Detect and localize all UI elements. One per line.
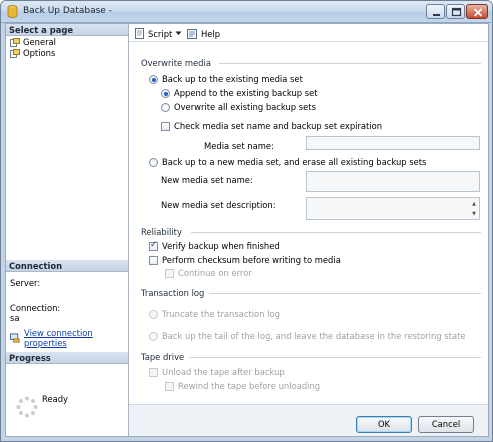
backup-tail-option[interactable]: Back up the tail of the log, and leave t…	[149, 331, 466, 342]
overwrite-all-label: Overwrite all existing backup sets	[174, 102, 316, 112]
progress-header: Progress	[6, 352, 128, 364]
new-media-label: Back up to a new media set, and erase al…	[162, 157, 427, 167]
overwrite-all-option[interactable]: Overwrite all existing backup sets	[161, 102, 316, 113]
rewind-tape-checkbox[interactable]	[165, 382, 174, 391]
verify-checkbox[interactable]	[149, 240, 158, 251]
connection-header: Connection	[6, 260, 128, 272]
connection-properties-icon	[10, 333, 20, 343]
existing-media-radio[interactable]	[149, 75, 158, 84]
new-media-radio[interactable]	[149, 158, 158, 167]
unload-tape-checkbox[interactable]	[149, 368, 158, 377]
maximize-icon	[451, 7, 462, 17]
checksum-option[interactable]: Perform checksum before writing to media	[149, 255, 341, 266]
scroll-arrows-icon[interactable]: ▲ ▼	[470, 199, 478, 219]
tape-drive-header: Tape drive	[141, 352, 185, 362]
ok-button[interactable]: OK	[356, 416, 412, 433]
dialog-client: Select a page General Options Connection…	[5, 23, 489, 437]
append-option[interactable]: Append to the existing backup set	[161, 88, 318, 99]
new-media-desc-input[interactable]: ▲ ▼	[306, 197, 480, 220]
minimize-icon	[433, 14, 440, 16]
new-media-desc-label: New media set description:	[161, 200, 276, 210]
media-set-name-input[interactable]	[306, 136, 480, 150]
rewind-tape-option[interactable]: Rewind the tape before unloading	[165, 381, 320, 392]
title-bar[interactable]: Back Up Database -	[1, 1, 492, 23]
existing-media-label: Back up to the existing media set	[162, 74, 303, 84]
backup-database-window: Back Up Database - Select a page General…	[0, 0, 493, 442]
window-title: Back Up Database -	[23, 6, 112, 16]
progress-spinner-icon	[16, 396, 38, 418]
rewind-tape-label: Rewind the tape before unloading	[178, 381, 321, 391]
truncate-log-radio[interactable]	[149, 310, 158, 319]
existing-media-option[interactable]: Back up to the existing media set	[149, 74, 303, 85]
page-options[interactable]: Options	[10, 48, 55, 59]
connection-label: Connection:	[10, 303, 61, 313]
new-media-option[interactable]: Back up to a new media set, and erase al…	[149, 157, 426, 168]
close-button[interactable]	[466, 4, 488, 19]
continue-option[interactable]: Continue on error	[165, 268, 252, 279]
database-icon	[7, 5, 18, 18]
help-button[interactable]: Help	[187, 27, 220, 40]
page-icon	[10, 38, 20, 47]
section-divider	[219, 63, 481, 64]
script-label: Script	[148, 28, 173, 39]
backup-tail-label: Back up the tail of the log, and leave t…	[162, 331, 466, 341]
view-connection-properties-link[interactable]: View connection properties	[10, 328, 128, 348]
view-connection-properties-text: View connection properties	[24, 328, 93, 348]
close-icon	[473, 8, 483, 17]
left-pane: Select a page General Options Connection…	[6, 24, 129, 436]
page-label: General	[23, 37, 57, 47]
truncate-log-option[interactable]: Truncate the transaction log	[149, 309, 280, 320]
script-button[interactable]: Script	[134, 27, 182, 40]
unload-tape-option[interactable]: Unload the tape after backup	[149, 367, 285, 378]
page-label: Options	[23, 48, 56, 58]
maximize-button[interactable]	[446, 4, 465, 19]
check-media-checkbox[interactable]	[161, 122, 170, 131]
server-label: Server:	[10, 278, 41, 288]
new-media-name-label: New media set name:	[161, 175, 253, 185]
verify-option[interactable]: Verify backup when finished	[149, 240, 280, 252]
chevron-down-icon[interactable]	[175, 31, 182, 36]
append-radio[interactable]	[161, 89, 170, 98]
checksum-checkbox[interactable]	[149, 256, 158, 265]
button-bar: OK Cancel	[129, 404, 488, 436]
overwrite-media-header: Overwrite media	[141, 58, 211, 68]
page-icon	[10, 49, 20, 58]
options-pane: Script Help Overwrite media Back up to t…	[129, 24, 488, 404]
check-media-option[interactable]: Check media set name and backup set expi…	[161, 121, 382, 132]
section-divider	[209, 293, 481, 294]
media-set-name-label: Media set name:	[204, 141, 274, 151]
minimize-button[interactable]	[426, 4, 445, 19]
reliability-header: Reliability	[141, 227, 182, 237]
progress-status: Ready	[42, 394, 68, 404]
continue-checkbox[interactable]	[165, 269, 174, 278]
script-icon	[135, 28, 144, 39]
page-general[interactable]: General	[10, 37, 56, 48]
connection-value: sa	[10, 313, 20, 323]
section-divider	[189, 357, 481, 358]
help-label: Help	[201, 28, 221, 39]
verify-label: Verify backup when finished	[162, 241, 280, 251]
overwrite-all-radio[interactable]	[161, 103, 170, 112]
backup-tail-radio[interactable]	[149, 332, 158, 341]
section-divider	[191, 232, 481, 233]
select-page-header: Select a page	[6, 24, 128, 36]
transaction-log-header: Transaction log	[141, 288, 205, 298]
truncate-log-label: Truncate the transaction log	[162, 309, 280, 319]
checksum-label: Perform checksum before writing to media	[162, 255, 341, 265]
cancel-button[interactable]: Cancel	[418, 416, 474, 433]
check-media-label: Check media set name and backup set expi…	[174, 121, 383, 131]
append-label: Append to the existing backup set	[174, 88, 318, 98]
toolbar: Script Help	[129, 24, 488, 42]
continue-label: Continue on error	[178, 268, 252, 278]
help-icon	[187, 29, 197, 39]
unload-tape-label: Unload the tape after backup	[162, 367, 285, 377]
new-media-name-input[interactable]	[306, 171, 480, 192]
